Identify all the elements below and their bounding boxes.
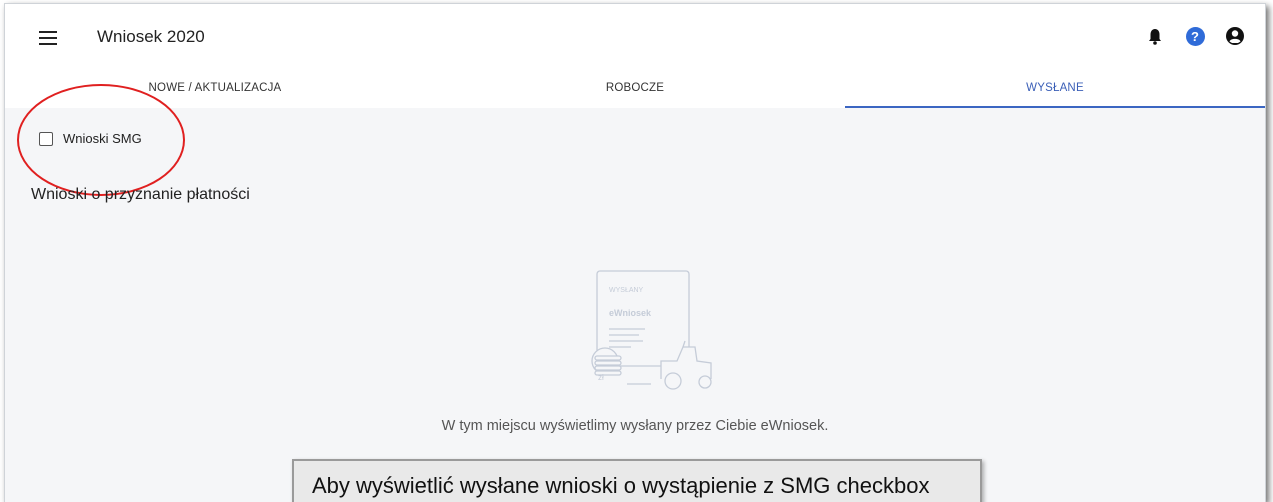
smg-checkbox[interactable] [39, 131, 53, 146]
bell-icon[interactable] [1145, 26, 1165, 46]
empty-state-illustration: WYSŁANY eWniosek zł [565, 269, 725, 394]
tab-nowe-aktualizacja[interactable]: NOWE / AKTUALIZACJA [5, 74, 425, 108]
section-title: Wnioski o przyznanie płatności [31, 186, 250, 203]
help-icon[interactable]: ? [1185, 26, 1205, 46]
illustration-coin: zł [598, 373, 604, 382]
smg-checkbox-label: Wnioski SMG [63, 131, 142, 146]
empty-state-message: W tym miejscu wyświetlimy wysłany przez … [441, 418, 829, 434]
smg-filter[interactable]: Wnioski SMG [39, 131, 142, 146]
header-actions: ? [1145, 26, 1245, 46]
tab-robocze[interactable]: ROBOCZE [425, 74, 845, 108]
tab-bar: NOWE / AKTUALIZACJA ROBOCZE WYSŁANE [5, 74, 1265, 108]
illustration-title: eWniosek [609, 308, 652, 318]
app-header: Wniosek 2020 ? NOWE / AKTUALIZACJA ROBOC… [5, 4, 1265, 108]
app-window: Wniosek 2020 ? NOWE / AKTUALIZACJA ROBOC… [4, 3, 1266, 502]
account-icon[interactable] [1225, 26, 1245, 46]
menu-icon[interactable] [39, 31, 57, 45]
tab-wyslane[interactable]: WYSŁANE [845, 74, 1265, 108]
illustration-badge: WYSŁANY [609, 287, 644, 294]
annotation-callout: Aby wyświetlić wysłane wnioski o wystąpi… [292, 459, 982, 502]
page-title: Wniosek 2020 [97, 27, 205, 46]
